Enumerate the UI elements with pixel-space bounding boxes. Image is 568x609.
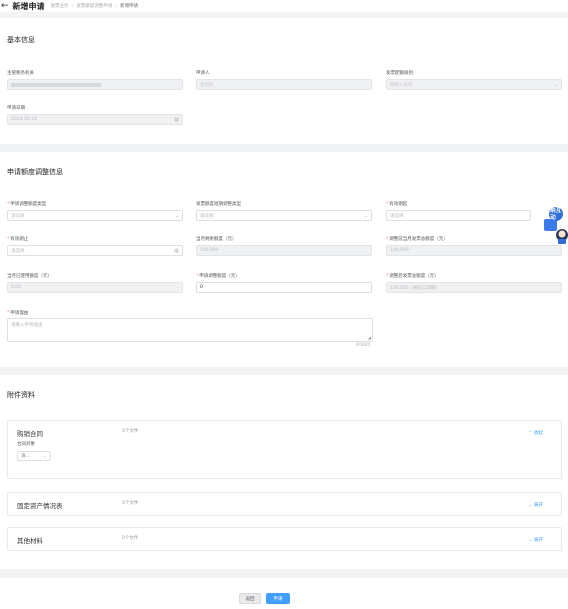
page-header: ← 新增申请 发票业务 › 发票额度调整申请 › 新增申请 (0, 0, 568, 12)
chevron-down-icon: ⌄ (553, 81, 558, 88)
remaining-value: 100,000 (200, 248, 219, 253)
service-mascot[interactable]: 征纳互动 (540, 205, 568, 245)
after-total-label: *调整后发票总额度（元） (386, 274, 439, 279)
level-label: 发票配额级别 (386, 71, 413, 76)
end-date-picker[interactable]: 请选择 ▦ (7, 245, 183, 256)
start-date-placeholder: 请选择 (390, 213, 404, 219)
chevron-down-icon: ⌄ (42, 453, 47, 459)
chevron-up-icon: ⌃ (528, 430, 532, 436)
amount-input[interactable]: 0 (196, 282, 372, 293)
breadcrumb: 发票业务 › 发票额度调整申请 › 新增申请 (51, 3, 139, 10)
basic-info-title: 基本信息 (7, 36, 35, 44)
breadcrumb-item-invoice[interactable]: 发票业务 (51, 3, 69, 9)
level-select: 纳税人级别 ⌄ (386, 79, 562, 90)
attachment-name: 固定资产情况表 (17, 502, 63, 510)
back-arrow-icon[interactable]: ← (1, 1, 9, 11)
calendar-icon: ▦ (174, 247, 179, 254)
used-field: 0.00 (7, 282, 183, 293)
chevron-down-icon: ⌄ (363, 212, 368, 219)
calendar-icon: ▦ (174, 116, 179, 123)
reason-counter: 0/1000 (355, 342, 370, 347)
adjust-info-title: 申请额度调整信息 (7, 168, 63, 176)
shortterm-type-placeholder: 请选择 (200, 213, 214, 219)
used-label: 当月已使用额度（元） (7, 274, 52, 279)
start-date-label: *有效期起 (386, 202, 408, 207)
submit-button[interactable]: 申请 (266, 593, 290, 604)
before-total-value: 100,000 (390, 248, 409, 253)
remaining-label: 当月剩余额度（元） (196, 237, 237, 242)
resize-handle-icon[interactable]: ◢ (368, 336, 371, 340)
adjust-type-placeholder: 请选择 (11, 213, 25, 219)
end-date-label: *有效期止 (7, 237, 29, 242)
contract-party-label: 合同对象 (17, 442, 35, 447)
back-button[interactable]: 返回 (239, 593, 261, 604)
reason-label: *申请理由 (7, 311, 29, 316)
expand-toggle[interactable]: ⌄ 展开 (528, 537, 543, 544)
mascot-label: 征纳互动 (544, 208, 562, 221)
contract-party-value: 请... (21, 454, 30, 459)
attachments-card: 附件资料 购销合同 0个文件 ⌃ 收起 合同对象 请... ⌄ 固定资产情况表 … (0, 375, 568, 569)
authority-field (7, 79, 183, 90)
expand-toggle[interactable]: ⌄ 展开 (528, 502, 543, 509)
authority-label: 主管税务机关 (7, 71, 34, 76)
attachment-name: 其他材料 (17, 537, 43, 545)
end-date-placeholder: 请选择 (11, 248, 25, 254)
attachment-count: 0个文件 (122, 429, 139, 434)
used-value: 0.00 (11, 285, 22, 290)
authority-redacted (11, 82, 101, 87)
after-total-value: 100,000（按化口调额） (390, 285, 441, 291)
adjust-info-card: 申请额度调整信息 *申请调整额度类型 请选择 ⌄ 发票额度短期调整类型 请选择 … (0, 152, 568, 367)
date-label: 申请日期 (7, 106, 25, 111)
breadcrumb-item-adjust[interactable]: 发票额度调整申请 (76, 3, 112, 9)
before-total-label: *调整前当月发票总额度（元） (386, 237, 448, 242)
after-total-field: 100,000（按化口调额） (386, 282, 562, 293)
applicant-label: 申请人 (196, 71, 210, 76)
page-title: 新增申请 (12, 1, 45, 11)
shortterm-type-select[interactable]: 请选择 ⌄ (196, 210, 372, 221)
breadcrumb-item-current: 新增申请 (120, 4, 139, 9)
attachment-count: 0个文件 (122, 536, 139, 541)
applicant-value: 张国栋 (200, 82, 214, 88)
remaining-field: 100,000 (196, 245, 372, 256)
shortterm-type-label: 发票额度短期调整类型 (196, 202, 241, 207)
expand-toggle-label: 展开 (534, 503, 543, 508)
collapse-toggle-label: 收起 (534, 431, 543, 436)
start-date-picker[interactable]: 请选择 (386, 210, 531, 221)
chevron-down-icon: ⌄ (174, 212, 179, 219)
amount-label: *申请调整额度（元） (196, 274, 240, 279)
attachment-name: 购销合同 (17, 430, 43, 438)
reason-textarea[interactable]: 请输入申请理由 ◢ 0/1000 (7, 318, 373, 347)
attachment-count: 0个文件 (122, 501, 139, 506)
chevron-down-icon: ⌄ (528, 502, 532, 508)
attachment-fixed-assets: 固定资产情况表 0个文件 ⌄ 展开 (7, 492, 562, 516)
attachments-title: 附件资料 (7, 391, 35, 399)
amount-value: 0 (200, 285, 203, 290)
applicant-field: 张国栋 (196, 79, 372, 90)
before-total-field: 100,000 (386, 245, 562, 256)
breadcrumb-separator-icon: › (71, 3, 74, 9)
date-value: 2024-05-24 (11, 117, 38, 122)
attachment-contract: 购销合同 0个文件 ⌃ 收起 合同对象 请... ⌄ (7, 420, 562, 479)
contract-party-select[interactable]: 请... ⌄ (17, 451, 51, 461)
level-value: 纳税人级别 (390, 82, 413, 88)
chevron-down-icon: ⌄ (528, 537, 532, 543)
collapse-toggle[interactable]: ⌃ 收起 (528, 430, 543, 437)
reason-placeholder: 请输入申请理由 (11, 323, 43, 328)
expand-toggle-label: 展开 (534, 538, 543, 543)
date-field: 2024-05-24 ▦ (7, 114, 183, 125)
adjust-type-select[interactable]: 请选择 ⌄ (7, 210, 183, 221)
basic-info-card: 基本信息 主管税务机关 申请人 张国栋 发票配额级别 纳税人级别 ⌄ 申请日期 … (0, 18, 568, 144)
adjust-type-label: *申请调整额度类型 (7, 202, 47, 207)
attachment-other: 其他材料 0个文件 ⌄ 展开 (7, 527, 562, 551)
breadcrumb-separator-icon: › (115, 3, 118, 9)
